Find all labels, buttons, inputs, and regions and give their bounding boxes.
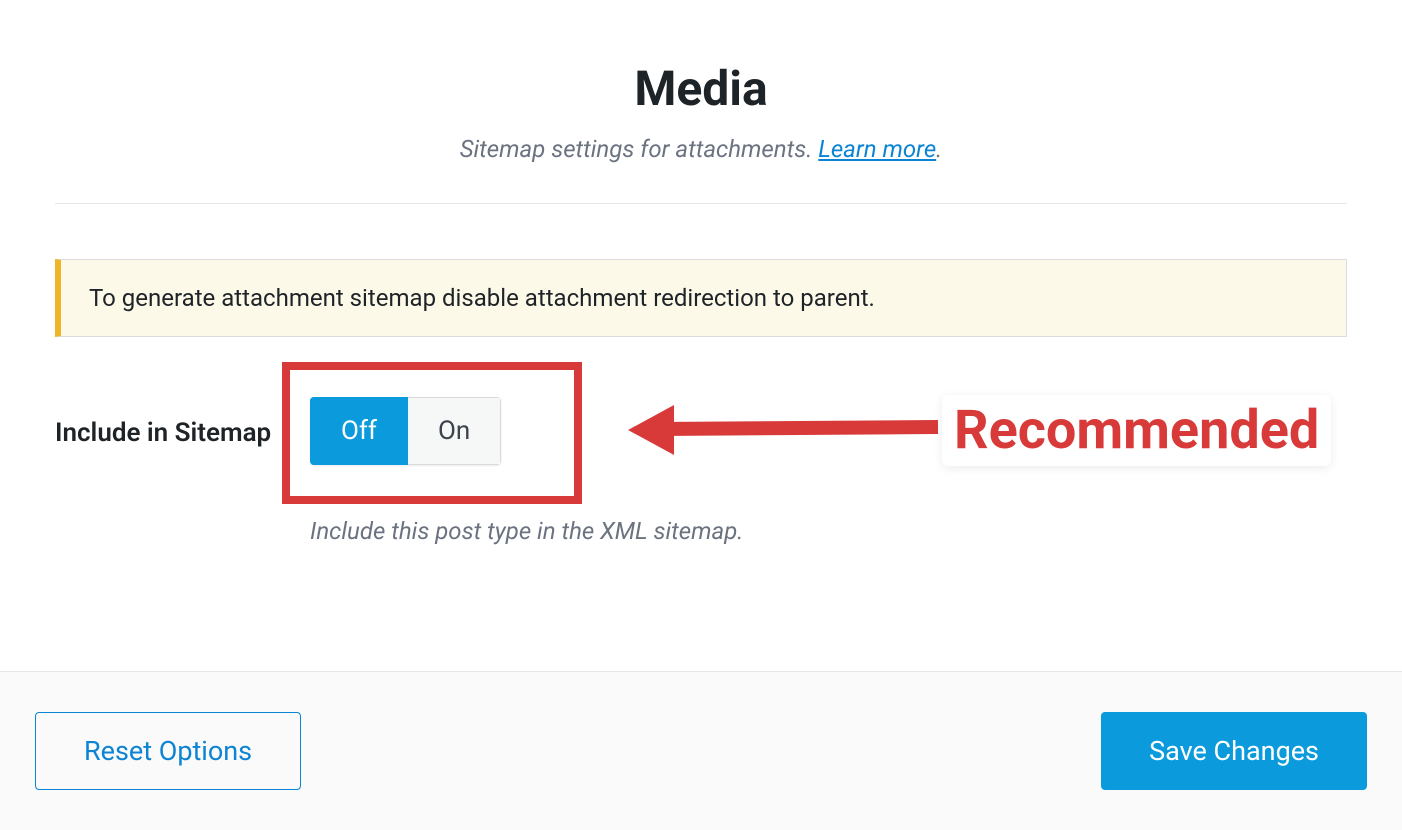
annotation-recommended-callout: Recommended [628, 375, 1331, 485]
notice-text: To generate attachment sitemap disable a… [89, 284, 875, 312]
toggle-on-option[interactable]: On [408, 397, 501, 465]
setting-label: Include in Sitemap [55, 397, 310, 451]
footer-actions: Reset Options Save Changes [0, 671, 1402, 830]
notice-box: To generate attachment sitemap disable a… [55, 259, 1347, 337]
annotation-recommended-text: Recommended [942, 395, 1331, 466]
setting-description: Include this post type in the XML sitema… [310, 517, 743, 545]
toggle-off-option[interactable]: Off [310, 397, 408, 465]
save-changes-button[interactable]: Save Changes [1101, 712, 1367, 790]
setting-include-in-sitemap: Include in Sitemap Recommended Off On In… [55, 397, 1347, 545]
annotation-arrow-icon [628, 375, 948, 485]
learn-more-link[interactable]: Learn more [818, 135, 936, 163]
reset-options-button[interactable]: Reset Options [35, 712, 301, 790]
page-header: Media Sitemap settings for attachments. … [55, 60, 1347, 163]
divider [55, 203, 1347, 204]
page-title: Media [55, 60, 1347, 117]
subtitle-period: . [936, 135, 942, 163]
subtitle-text: Sitemap settings for attachments. [460, 135, 819, 163]
include-sitemap-toggle[interactable]: Off On [310, 397, 501, 465]
page-subtitle: Sitemap settings for attachments. Learn … [55, 135, 1347, 163]
